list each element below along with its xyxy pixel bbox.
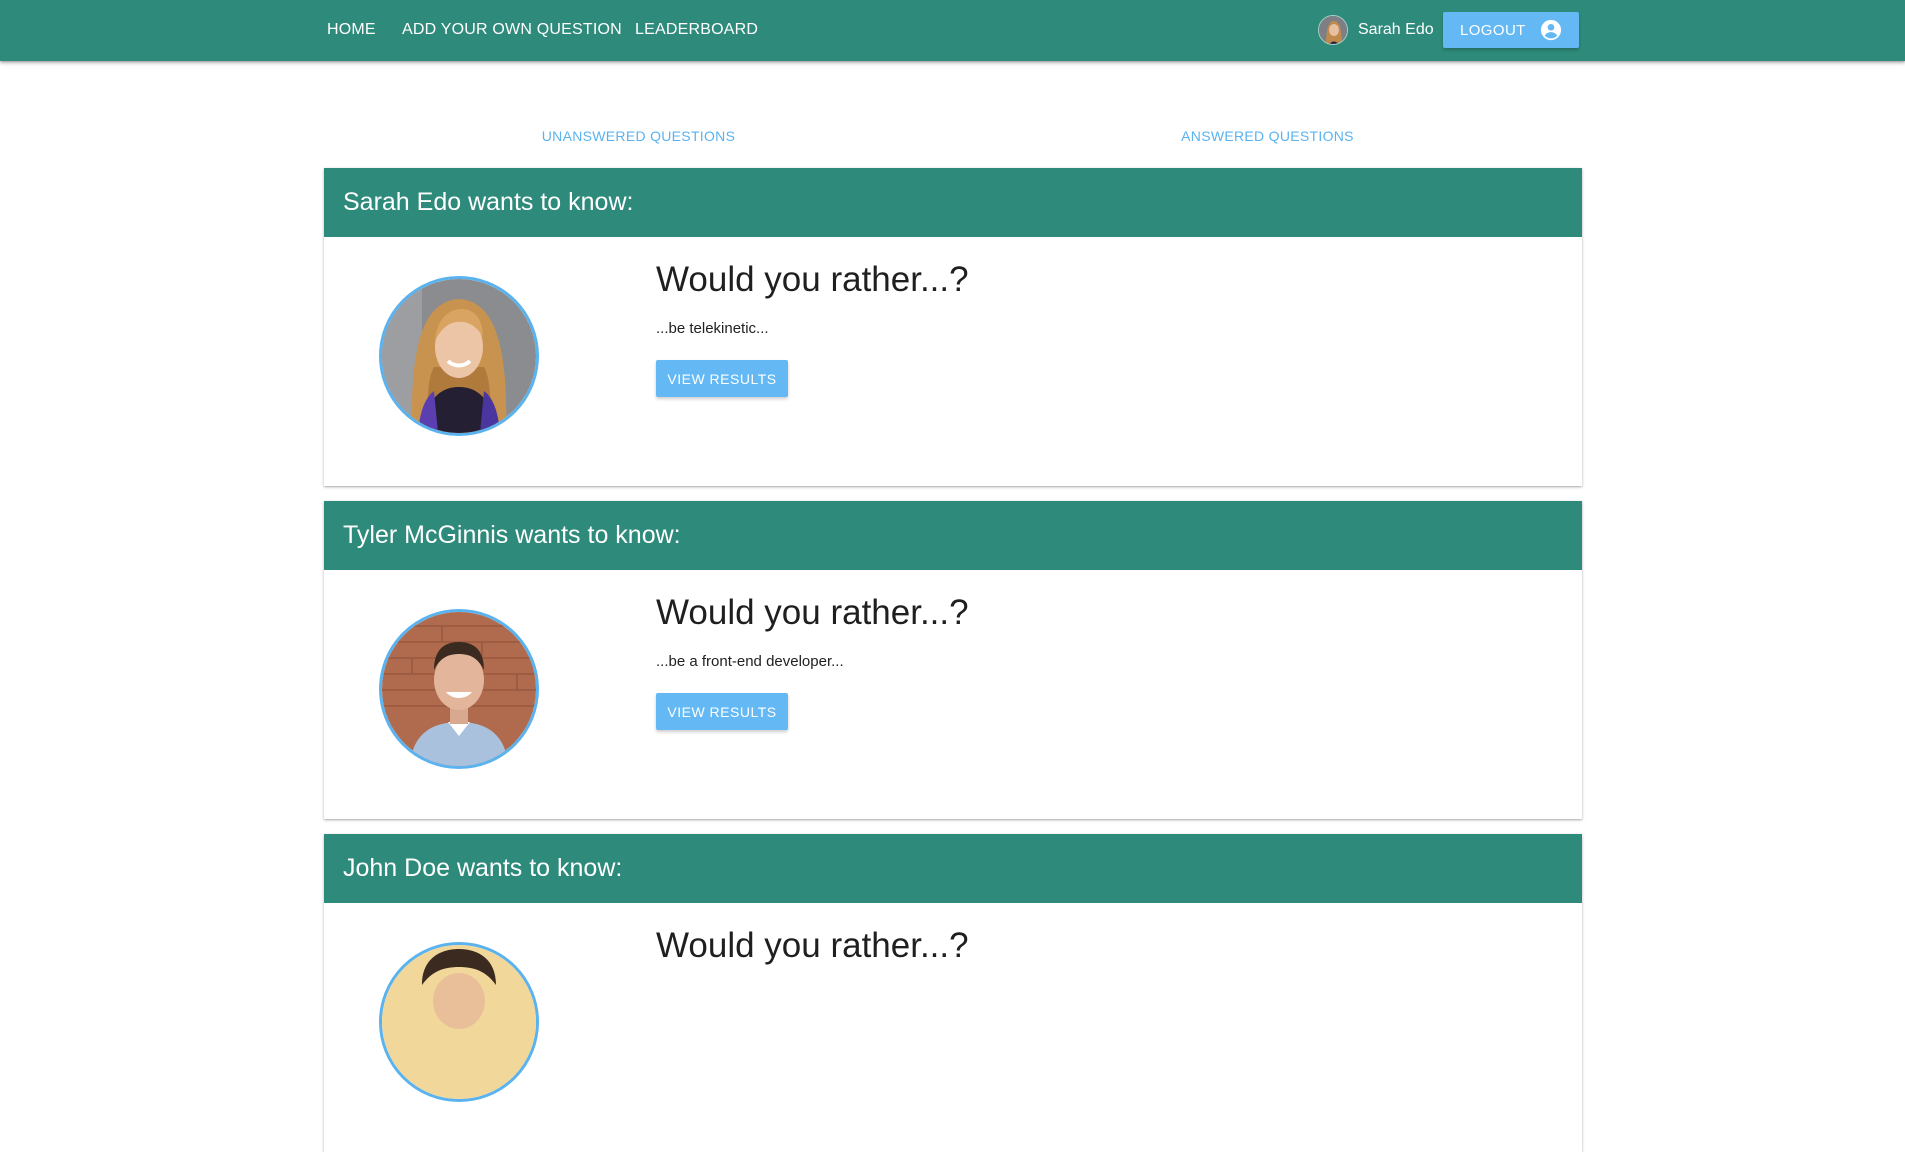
user-avatar	[1318, 15, 1348, 45]
author-avatar	[379, 942, 539, 1102]
view-results-button[interactable]: VIEW RESULTS	[656, 693, 788, 730]
question-title: Would you rather...?	[656, 260, 969, 299]
nav-leaderboard-link[interactable]: LEADERBOARD	[635, 0, 758, 61]
logout-label: LOGOUT	[1460, 21, 1526, 39]
question-title: Would you rather...?	[656, 593, 969, 632]
user-name: Sarah Edo	[1358, 21, 1434, 38]
question-option: ...be a front-end developer...	[656, 653, 844, 670]
question-card: John Doe wants to know: Would you rather…	[324, 834, 1582, 1152]
question-option: ...be telekinetic...	[656, 320, 769, 337]
app-bar: HOME ADD YOUR OWN QUESTION LEADERBOARD S…	[0, 0, 1905, 61]
question-tabs: UNANSWERED QUESTIONS ANSWERED QUESTIONS	[324, 114, 1582, 158]
tab-answered-questions[interactable]: ANSWERED QUESTIONS	[953, 114, 1582, 158]
author-avatar	[379, 276, 539, 436]
question-card: Sarah Edo wants to know: Would you rathe…	[324, 168, 1582, 486]
logout-button[interactable]: LOGOUT	[1443, 12, 1579, 48]
author-avatar	[379, 609, 539, 769]
view-results-button[interactable]: VIEW RESULTS	[656, 360, 788, 397]
tab-unanswered-questions[interactable]: UNANSWERED QUESTIONS	[324, 114, 953, 158]
question-card-header: Sarah Edo wants to know:	[324, 168, 1582, 237]
account-circle-icon	[1540, 19, 1562, 41]
question-card-header: Tyler McGinnis wants to know:	[324, 501, 1582, 570]
nav-add-question-link[interactable]: ADD YOUR OWN QUESTION	[402, 0, 622, 61]
question-title: Would you rather...?	[656, 926, 969, 965]
nav-home-link[interactable]: HOME	[327, 0, 376, 61]
question-card: Tyler McGinnis wants to know: Would you …	[324, 501, 1582, 819]
question-card-header: John Doe wants to know:	[324, 834, 1582, 903]
